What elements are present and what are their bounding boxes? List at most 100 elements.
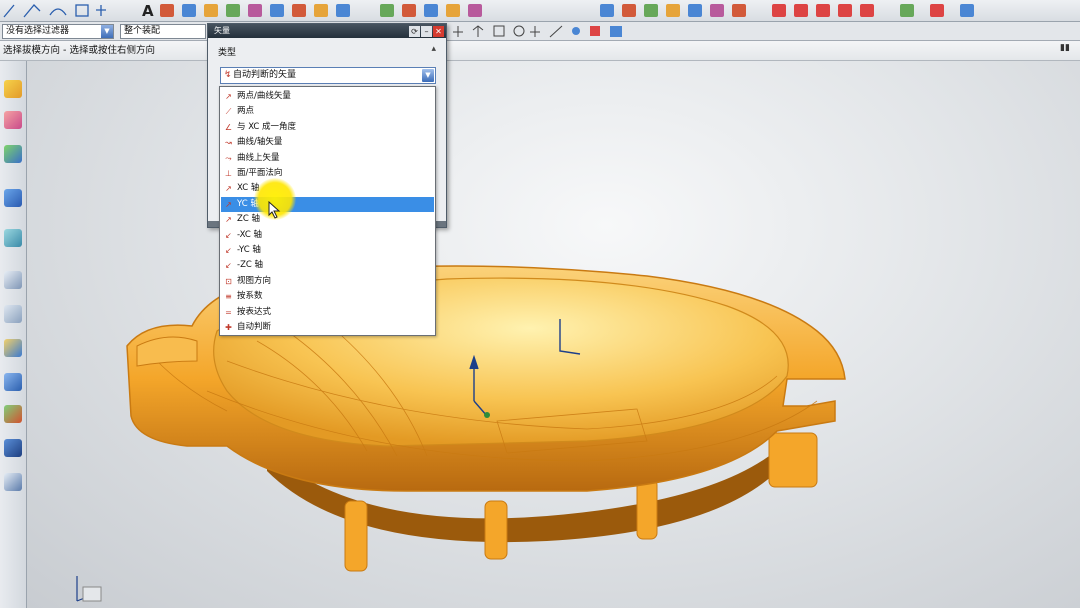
help-icon [960, 4, 974, 17]
cue-line-text: 选择拔模方向 - 选择或按住右侧方向 [3, 45, 155, 56]
curve-vector-icon: ⤳ [225, 153, 232, 163]
dropdown-option-label: 按系数 [237, 291, 263, 302]
snap-grid-icon [610, 26, 622, 37]
neg-xc-axis-icon: ↙ [225, 230, 232, 240]
dropdown-option[interactable]: ⊡ 视图方向 [221, 274, 434, 289]
snap-face-icon [590, 26, 600, 36]
type-group-label: 类型 [218, 48, 237, 58]
coefficient-icon: ≡ [225, 292, 232, 302]
snap-mid-icon [493, 25, 505, 37]
manufacturing-wizard-icon[interactable] [4, 373, 22, 391]
roles-icon[interactable] [4, 405, 22, 423]
assembly-navigator-icon[interactable] [4, 80, 22, 98]
mold-icon [838, 4, 852, 17]
dialog-titlebar[interactable]: 矢量 ⟳ – ✕ [208, 24, 446, 38]
dropdown-option-label: 自动判断 [237, 322, 272, 332]
dropdown-option[interactable]: ≡ 按系数 [221, 289, 434, 304]
filter-combo[interactable]: 没有选择过滤器 ▼ [2, 24, 114, 39]
process-studio-icon[interactable] [4, 339, 22, 357]
snap-center-icon [513, 25, 525, 37]
cavity-icon [900, 4, 914, 17]
two-points-icon: ⟋ [225, 107, 232, 117]
dropdown-option[interactable]: ↝ 曲线/轴矢量 [221, 135, 434, 150]
section-icon [666, 4, 680, 17]
close-icon[interactable]: ✕ [433, 26, 444, 37]
color-icon [732, 4, 746, 17]
chamfer-icon [292, 4, 306, 17]
tool-icon [930, 4, 944, 17]
yc-axis-icon: ↗ [225, 199, 232, 209]
dropdown-option[interactable]: ↙ -XC 轴 [221, 228, 434, 243]
dropdown-option-label: 与 XC 成一角度 [237, 121, 297, 132]
core-icon [860, 4, 874, 17]
panel-grip-icon[interactable]: ▮▮ [1060, 43, 1070, 53]
dropdown-option[interactable]: ↙ -YC 轴 [221, 243, 434, 258]
dropdown-option[interactable]: ↗ ZC 轴 [221, 212, 434, 227]
dropdown-option-label: -XC 轴 [237, 229, 262, 240]
system-materials-icon[interactable] [4, 305, 22, 323]
type-select[interactable]: ↯ 自动判断的矢量 ▼ [220, 67, 436, 84]
dropdown-option[interactable]: ⤳ 曲线上矢量 [221, 151, 434, 166]
dropdown-option-label: 按表达式 [237, 306, 272, 317]
infer-icon: ↯ [224, 70, 232, 80]
system-scene-icon[interactable] [4, 439, 22, 457]
measure-icon [644, 4, 658, 17]
filter-combo-value: 没有选择过滤器 [6, 26, 70, 36]
dropdown-option-label: -YC 轴 [237, 245, 261, 255]
graphics-window[interactable] [27, 61, 1080, 608]
snap-end-icon [472, 25, 484, 37]
reuse-library-icon[interactable] [4, 189, 22, 207]
sketch-icon [160, 4, 174, 17]
infer-icon: ✚ [225, 323, 232, 332]
part-navigator-icon[interactable] [4, 145, 22, 163]
web-browser-icon[interactable] [4, 229, 22, 247]
vector-icon: ↗ [225, 92, 232, 101]
expression-icon: = [225, 307, 232, 317]
constraint-navigator-icon[interactable] [4, 111, 22, 129]
render-icon [688, 4, 702, 17]
sync-icon [380, 4, 394, 17]
vector-origin-marker [484, 412, 490, 418]
rectangle-icon [75, 4, 89, 17]
reset-icon[interactable]: ⟳ [409, 26, 420, 37]
blend-icon [270, 4, 284, 17]
part-model[interactable] [27, 61, 1080, 608]
revolve-icon [226, 4, 240, 17]
dropdown-option[interactable]: = 按表达式 [221, 305, 434, 320]
collapse-icon[interactable]: ▴ [431, 44, 436, 54]
view-cube-icon [82, 586, 102, 602]
dropdown-option-label: 曲线上矢量 [237, 152, 280, 163]
dropdown-option[interactable]: ↗ XC 轴 [221, 181, 434, 196]
dropdown-option-label: 两点/曲线矢量 [237, 91, 291, 101]
type-dropdown-list: ↗ 两点/曲线矢量 ⟋ 两点 ∠ 与 XC 成一角度 ↝ 曲线/轴矢量 ⤳ 曲线上矢量 ⊥ 面/平面法… [219, 86, 436, 336]
neg-yc-axis-icon: ↙ [225, 246, 232, 255]
history-icon[interactable] [4, 271, 22, 289]
point-icon [96, 5, 106, 16]
shell-icon [314, 4, 328, 17]
chevron-down-icon[interactable]: ▼ [101, 25, 113, 38]
main-toolbar: A [0, 0, 1080, 22]
minimize-icon[interactable]: – [421, 26, 432, 37]
dropdown-option-label: 两点 [237, 106, 255, 117]
snap-intersection-icon [530, 26, 540, 37]
dropdown-option[interactable]: ✚ 自动判断 [221, 320, 434, 335]
layer-icon [710, 4, 724, 17]
scope-combo-value: 整个装配 [124, 26, 161, 36]
boss-right [768, 432, 818, 488]
text-tool-icon[interactable]: A [142, 2, 154, 20]
snap-quadrant-icon [572, 27, 580, 35]
replace-face-icon [446, 4, 460, 17]
snap-point-icon [453, 26, 463, 37]
line-icon [3, 4, 15, 18]
scope-combo[interactable]: 整个装配 [120, 24, 206, 39]
dropdown-option[interactable]: ↗ YC 轴 [221, 196, 434, 212]
dropdown-option-label: 曲线/轴矢量 [237, 137, 283, 148]
snap-toolbar [453, 25, 622, 38]
palette-icon[interactable] [4, 473, 22, 491]
dropdown-option[interactable]: ∠ 与 XC 成一角度 [221, 120, 434, 135]
dropdown-option[interactable]: ⟋ 两点 [221, 104, 434, 119]
chevron-down-icon[interactable]: ▼ [422, 69, 434, 82]
dropdown-option[interactable]: ↙ -ZC 轴 [221, 258, 434, 273]
dropdown-option[interactable]: ⊥ 面/平面法向 [221, 166, 434, 181]
dropdown-option[interactable]: ↗ 两点/曲线矢量 [221, 89, 434, 104]
